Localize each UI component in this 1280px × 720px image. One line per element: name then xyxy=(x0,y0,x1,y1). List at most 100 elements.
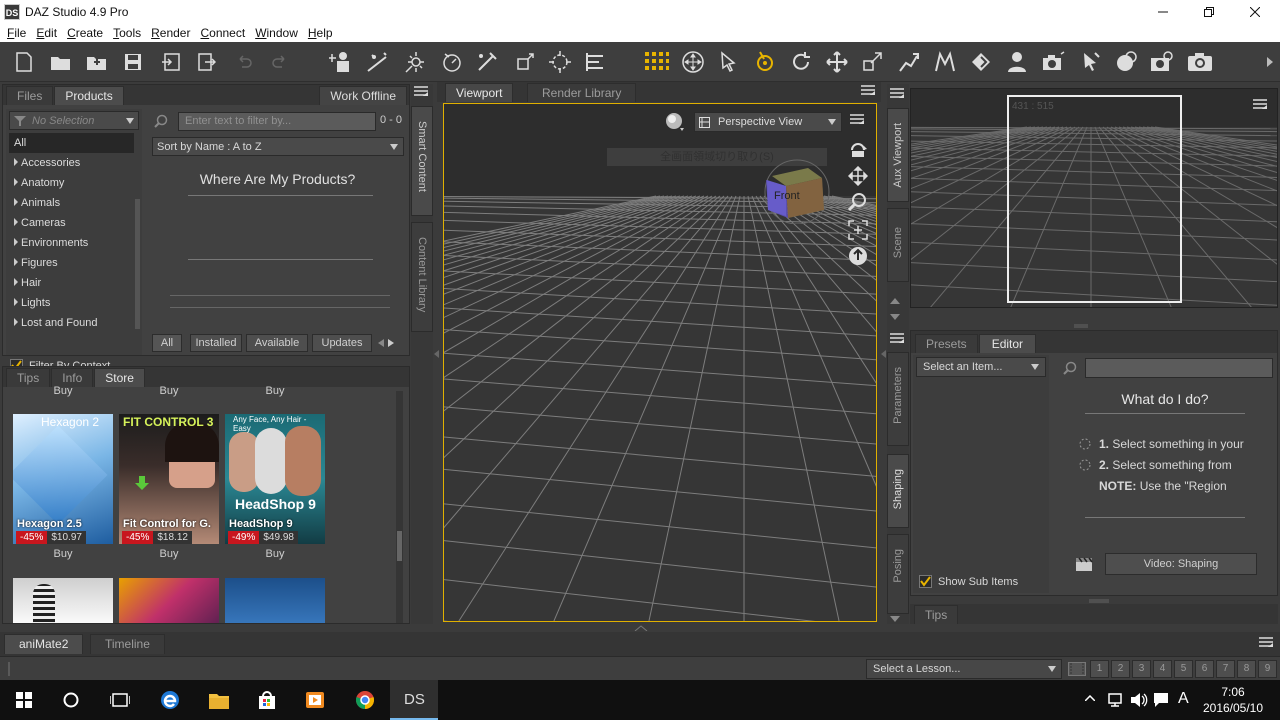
product-thumbnail[interactable] xyxy=(13,578,113,623)
filter-input[interactable]: Enter text to filter by... xyxy=(178,112,376,131)
align-icon[interactable] xyxy=(582,48,610,76)
product-thumbnail[interactable] xyxy=(225,578,325,623)
category-scrollbar[interactable] xyxy=(135,199,140,329)
lesson-page-button[interactable]: 2 xyxy=(1111,660,1130,678)
scale-tool-icon[interactable] xyxy=(859,48,887,76)
select-arrow-icon[interactable] xyxy=(1077,48,1105,76)
tab-presets[interactable]: Presets xyxy=(915,334,978,353)
buy-button[interactable]: Buy xyxy=(13,385,113,397)
tab-updates[interactable]: Updates xyxy=(312,334,372,352)
pan-camera-icon[interactable] xyxy=(848,166,868,186)
minimize-button[interactable] xyxy=(1140,0,1186,24)
lesson-page-button[interactable]: 4 xyxy=(1153,660,1172,678)
figure-setup-icon[interactable] xyxy=(1003,48,1031,76)
store-item-fit-control[interactable]: FIT CONTROL 3 Fit Control for G. -45% $18… xyxy=(119,414,219,544)
open-icon[interactable] xyxy=(47,48,75,76)
iray-preview-icon[interactable] xyxy=(1113,48,1141,76)
store-scrollbar[interactable] xyxy=(396,391,403,623)
buy-button[interactable]: Buy xyxy=(119,548,219,560)
redo-icon[interactable] xyxy=(266,48,294,76)
cortana-icon[interactable] xyxy=(63,692,79,708)
tab-posing[interactable]: Posing xyxy=(887,534,909,614)
merge-icon[interactable] xyxy=(83,48,111,76)
lesson-page-button[interactable]: 8 xyxy=(1237,660,1256,678)
tab-installed[interactable]: Installed xyxy=(190,334,242,352)
active-pose-icon[interactable] xyxy=(895,48,923,76)
windows-start-icon[interactable] xyxy=(16,692,32,708)
lesson-page-button[interactable]: 6 xyxy=(1195,660,1214,678)
orbit-camera-icon[interactable] xyxy=(848,140,868,160)
surface-selection-icon[interactable] xyxy=(510,48,538,76)
lesson-page-button[interactable]: 3 xyxy=(1132,660,1151,678)
chrome-icon[interactable] xyxy=(355,690,375,710)
panel-menu-icon[interactable] xyxy=(890,88,904,100)
tab-shaping[interactable]: Shaping xyxy=(887,454,909,528)
draw-style-icon[interactable] xyxy=(664,112,686,132)
collapse-right-icon[interactable] xyxy=(434,350,439,358)
category-item[interactable]: Environments xyxy=(9,233,134,253)
viewport-3d[interactable]: Perspective View 全画面領域切り取り(S) Front xyxy=(443,103,877,622)
sort-dropdown[interactable]: Sort by Name : A to Z xyxy=(152,137,404,156)
volume-icon[interactable] xyxy=(1130,692,1148,708)
panel-menu-icon[interactable] xyxy=(414,86,428,98)
tab-all[interactable]: All xyxy=(152,334,182,352)
tab-viewport[interactable]: Viewport xyxy=(445,83,514,102)
tab-scene[interactable]: Scene xyxy=(887,208,909,282)
panel-menu-icon[interactable] xyxy=(861,85,875,97)
node-selection-icon[interactable] xyxy=(715,48,743,76)
scroll-down-icon[interactable] xyxy=(890,314,900,320)
category-item[interactable]: Cameras xyxy=(9,213,134,233)
tab-aux-viewport[interactable]: Aux Viewport xyxy=(887,108,909,202)
action-center-icon[interactable] xyxy=(1153,692,1169,708)
tab-animate2[interactable]: aniMate2 xyxy=(4,634,84,654)
select-item-dropdown[interactable]: Select an Item... xyxy=(916,357,1046,377)
taskbar-daz-studio[interactable]: DS xyxy=(390,680,438,720)
spin-tool-icon[interactable] xyxy=(787,48,815,76)
lesson-page-button[interactable]: 7 xyxy=(1216,660,1235,678)
tab-available[interactable]: Available xyxy=(246,334,308,352)
universal-tool-icon[interactable] xyxy=(679,48,707,76)
menu-help[interactable]: Help xyxy=(303,26,338,40)
tray-expand-icon[interactable] xyxy=(1085,695,1095,701)
lesson-page-button[interactable]: 9 xyxy=(1258,660,1277,678)
geometry-editor-icon[interactable] xyxy=(473,48,501,76)
category-item[interactable]: Animals xyxy=(9,193,134,213)
menu-create[interactable]: Create xyxy=(62,26,108,40)
save-icon[interactable] xyxy=(119,48,147,76)
splitter-handle[interactable] xyxy=(1074,324,1088,328)
show-sub-items-checkbox[interactable]: Show Sub Items xyxy=(919,575,1018,588)
category-item[interactable]: Lights xyxy=(9,293,134,313)
clock[interactable]: 7:06 2016/05/10 xyxy=(1198,684,1268,716)
panel-menu-icon[interactable] xyxy=(1259,637,1273,649)
category-item[interactable]: Accessories xyxy=(9,153,134,173)
tab-smart-content[interactable]: Smart Content xyxy=(411,106,433,216)
tab-scroll-left-icon[interactable] xyxy=(378,339,384,347)
undo-icon[interactable] xyxy=(230,48,258,76)
collapse-left-icon[interactable] xyxy=(881,350,886,358)
tab-editor[interactable]: Editor xyxy=(978,334,1037,353)
viewport-grid-icon[interactable] xyxy=(643,48,671,76)
render-settings-icon[interactable] xyxy=(1148,48,1176,76)
store-item-headshop[interactable]: Any Face, Any Hair - Easy HeadShop 9 Hea… xyxy=(225,414,325,544)
camera-select[interactable]: Perspective View xyxy=(694,112,842,132)
tab-render-library[interactable]: Render Library xyxy=(527,83,637,102)
scrollbar-thumb[interactable] xyxy=(397,531,402,561)
edge-browser-icon[interactable] xyxy=(160,690,180,710)
category-item[interactable]: Lost and Found xyxy=(9,313,134,333)
buy-button[interactable]: Buy xyxy=(13,548,113,560)
ime-indicator[interactable]: A xyxy=(1178,690,1189,708)
surface-tool-icon[interactable] xyxy=(967,48,995,76)
morph-tool-icon[interactable] xyxy=(931,48,959,76)
translate-tool-icon[interactable] xyxy=(823,48,851,76)
scroll-up-icon[interactable] xyxy=(890,298,900,304)
menu-connect[interactable]: Connect xyxy=(195,26,250,40)
tab-timeline[interactable]: Timeline xyxy=(90,634,165,654)
tab-content-library[interactable]: Content Library xyxy=(411,222,433,332)
lesson-select[interactable]: Select a Lesson... xyxy=(866,659,1062,679)
tab-parameters[interactable]: Parameters xyxy=(887,352,909,446)
zoom-camera-icon[interactable] xyxy=(848,192,868,212)
parameter-filter-input[interactable] xyxy=(1085,358,1273,378)
new-scene-icon[interactable] xyxy=(10,48,38,76)
category-item[interactable]: Figures xyxy=(9,253,134,273)
tab-scroll-right-icon[interactable] xyxy=(388,339,394,347)
